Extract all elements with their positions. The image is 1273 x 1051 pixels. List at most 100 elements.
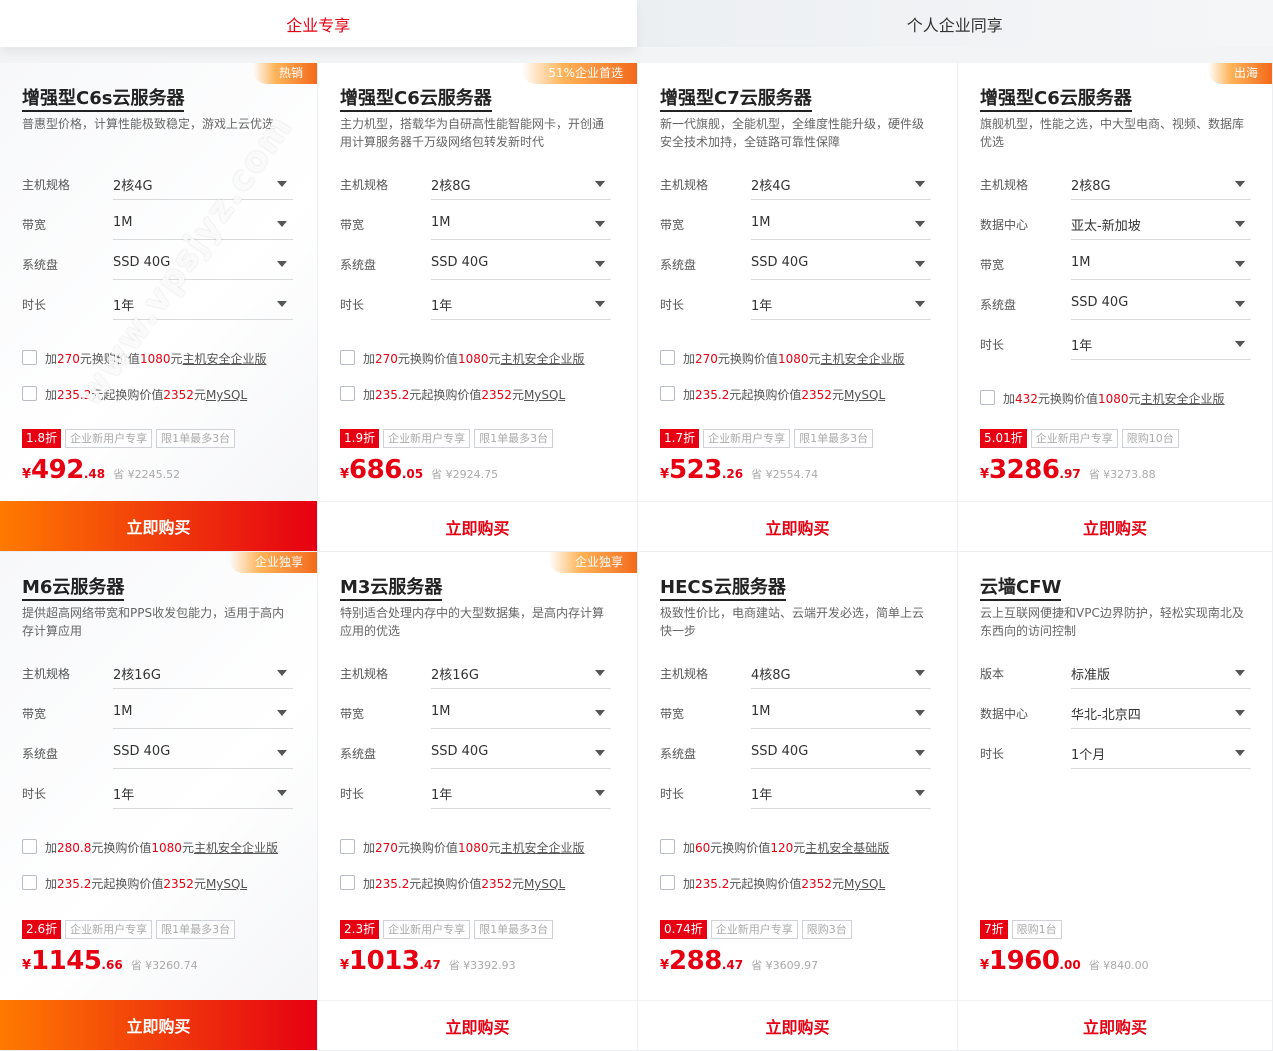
addon-link[interactable]: MySQL — [844, 877, 885, 891]
addon-checkbox[interactable] — [22, 350, 37, 365]
addon-checkbox[interactable] — [340, 350, 355, 365]
addon-link[interactable]: 主机安全企业版 — [1141, 392, 1225, 406]
addon-link[interactable]: 主机安全基础版 — [805, 841, 889, 855]
spec-select[interactable]: SSD 40G — [751, 739, 931, 769]
spec-select[interactable]: 1M — [431, 210, 611, 240]
addon-option[interactable]: 加270元换购价值1080元主机安全企业版 — [22, 349, 312, 367]
addon-checkbox[interactable] — [660, 350, 675, 365]
spec-select[interactable]: 1年 — [431, 779, 611, 809]
chevron-down-icon — [277, 710, 287, 716]
addon-checkbox[interactable] — [340, 386, 355, 401]
addon-option[interactable]: 加235.2元起换购价值2352元MySQL — [22, 385, 312, 403]
price-decimal: .47 — [721, 958, 744, 972]
addon-option[interactable]: 加270元换购价值1080元主机安全企业版 — [660, 349, 950, 367]
addon-option[interactable]: 加60元换购价值120元主机安全基础版 — [660, 838, 950, 856]
spec-select[interactable]: 1M — [431, 699, 611, 729]
spec-row: 主机规格 2核4G — [22, 170, 294, 200]
addon-checkbox[interactable] — [340, 839, 355, 854]
spec-select[interactable]: SSD 40G — [751, 250, 931, 280]
limit-badge: 限1单最多3台 — [156, 429, 236, 448]
buy-now-button[interactable]: 立即购买 — [0, 501, 317, 551]
spec-select[interactable]: 2核4G — [751, 170, 931, 200]
addon-option[interactable]: 加432元换购价值1080元主机安全企业版 — [980, 389, 1270, 407]
product-title: 云墙CFW — [980, 577, 1062, 601]
buy-now-button[interactable]: 立即购买 — [638, 1000, 957, 1050]
tab-enterprise[interactable]: 企业专享 — [0, 0, 637, 47]
limit-badge: 限1单最多3台 — [794, 429, 874, 448]
chevron-down-icon — [1235, 670, 1245, 676]
spec-label: 带宽 — [340, 218, 365, 232]
spec-select[interactable]: SSD 40G — [113, 250, 293, 280]
addon-link[interactable]: MySQL — [206, 877, 247, 891]
spec-select[interactable]: 1年 — [751, 290, 931, 320]
addon-link[interactable]: MySQL — [844, 388, 885, 402]
spec-row: 时长 1年 — [340, 779, 612, 809]
addon-checkbox[interactable] — [660, 386, 675, 401]
addon-checkbox[interactable] — [980, 390, 995, 405]
spec-select[interactable]: 1M — [113, 210, 293, 240]
addon-link[interactable]: 主机安全企业版 — [821, 352, 905, 366]
spec-select[interactable]: SSD 40G — [431, 250, 611, 280]
buy-now-button[interactable]: 立即购买 — [638, 501, 957, 551]
addon-option[interactable]: 加235.2元起换购价值2352元MySQL — [340, 385, 630, 403]
spec-select[interactable]: 4核8G — [751, 659, 931, 689]
addon-link[interactable]: 主机安全企业版 — [501, 841, 585, 855]
addon-checkbox[interactable] — [660, 875, 675, 890]
spec-select[interactable]: 1年 — [113, 779, 293, 809]
buy-now-button[interactable]: 立即购买 — [0, 1000, 317, 1050]
limit-badge: 企业新用户专享 — [65, 429, 153, 448]
addon-checkbox[interactable] — [22, 386, 37, 401]
spec-select[interactable]: 2核4G — [113, 170, 293, 200]
addon-checkbox[interactable] — [340, 875, 355, 890]
spec-select[interactable]: 2核8G — [431, 170, 611, 200]
addon-option[interactable]: 加235.2元起换购价值2352元MySQL — [340, 874, 630, 892]
addon-link[interactable]: 主机安全企业版 — [194, 841, 278, 855]
spec-select[interactable]: 1M — [113, 699, 293, 729]
spec-select[interactable]: 1年 — [113, 290, 293, 320]
product-title: 增强型C6云服务器 — [340, 88, 492, 112]
buy-now-button[interactable]: 立即购买 — [958, 501, 1272, 551]
addon-option[interactable]: 加235.2元起换购价值2352元MySQL — [660, 385, 950, 403]
spec-select[interactable]: 亚太-新加坡 — [1071, 210, 1251, 240]
spec-select[interactable]: 1年 — [1071, 330, 1251, 360]
addon-checkbox[interactable] — [22, 875, 37, 890]
spec-select[interactable]: 2核16G — [431, 659, 611, 689]
addon-link[interactable]: MySQL — [524, 877, 565, 891]
addon-option[interactable]: 加235.2元起换购价值2352元MySQL — [22, 874, 312, 892]
spec-select[interactable]: 1M — [1071, 250, 1251, 280]
buy-now-button[interactable]: 立即购买 — [958, 1000, 1272, 1050]
spec-label: 带宽 — [660, 707, 685, 721]
spec-select[interactable]: 2核8G — [1071, 170, 1251, 200]
addon-option[interactable]: 加280.8元换购价值1080元主机安全企业版 — [22, 838, 312, 856]
spec-select[interactable]: 1个月 — [1071, 739, 1251, 769]
addon-checkbox[interactable] — [22, 839, 37, 854]
addon-link[interactable]: MySQL — [524, 388, 565, 402]
addon-option[interactable]: 加270元换购价值1080元主机安全企业版 — [340, 349, 630, 367]
chevron-down-icon — [1235, 181, 1245, 187]
spec-select[interactable]: SSD 40G — [431, 739, 611, 769]
spec-select[interactable]: 1M — [751, 699, 931, 729]
spec-select[interactable]: 标准版 — [1071, 659, 1251, 689]
price: ¥3286.97 省 ¥3273.88 — [980, 455, 1156, 487]
buy-now-button[interactable]: 立即购买 — [318, 1000, 637, 1050]
spec-select[interactable]: SSD 40G — [113, 739, 293, 769]
spec-select[interactable]: 华北-北京四 — [1071, 699, 1251, 729]
tab-personal-enterprise[interactable]: 个人企业同享 — [636, 0, 1273, 47]
spec-select[interactable]: 1年 — [751, 779, 931, 809]
addon-option[interactable]: 加270元换购价值1080元主机安全企业版 — [340, 838, 630, 856]
addon-link[interactable]: MySQL — [206, 388, 247, 402]
spec-select[interactable]: SSD 40G — [1071, 290, 1251, 320]
addon-link[interactable]: 主机安全企业版 — [183, 352, 267, 366]
spec-select[interactable]: 1M — [751, 210, 931, 240]
spec-value: 华北-北京四 — [1071, 708, 1141, 723]
spec-label: 系统盘 — [660, 747, 697, 761]
saved-amount: 省 ¥3392.93 — [448, 959, 516, 972]
buy-now-button[interactable]: 立即购买 — [318, 501, 637, 551]
price-decimal: .05 — [401, 467, 424, 481]
addon-link[interactable]: 主机安全企业版 — [501, 352, 585, 366]
badges: 2.3折 企业新用户专享 限1单最多3台 — [340, 920, 554, 940]
spec-select[interactable]: 2核16G — [113, 659, 293, 689]
addon-checkbox[interactable] — [660, 839, 675, 854]
addon-option[interactable]: 加235.2元起换购价值2352元MySQL — [660, 874, 950, 892]
spec-select[interactable]: 1年 — [431, 290, 611, 320]
